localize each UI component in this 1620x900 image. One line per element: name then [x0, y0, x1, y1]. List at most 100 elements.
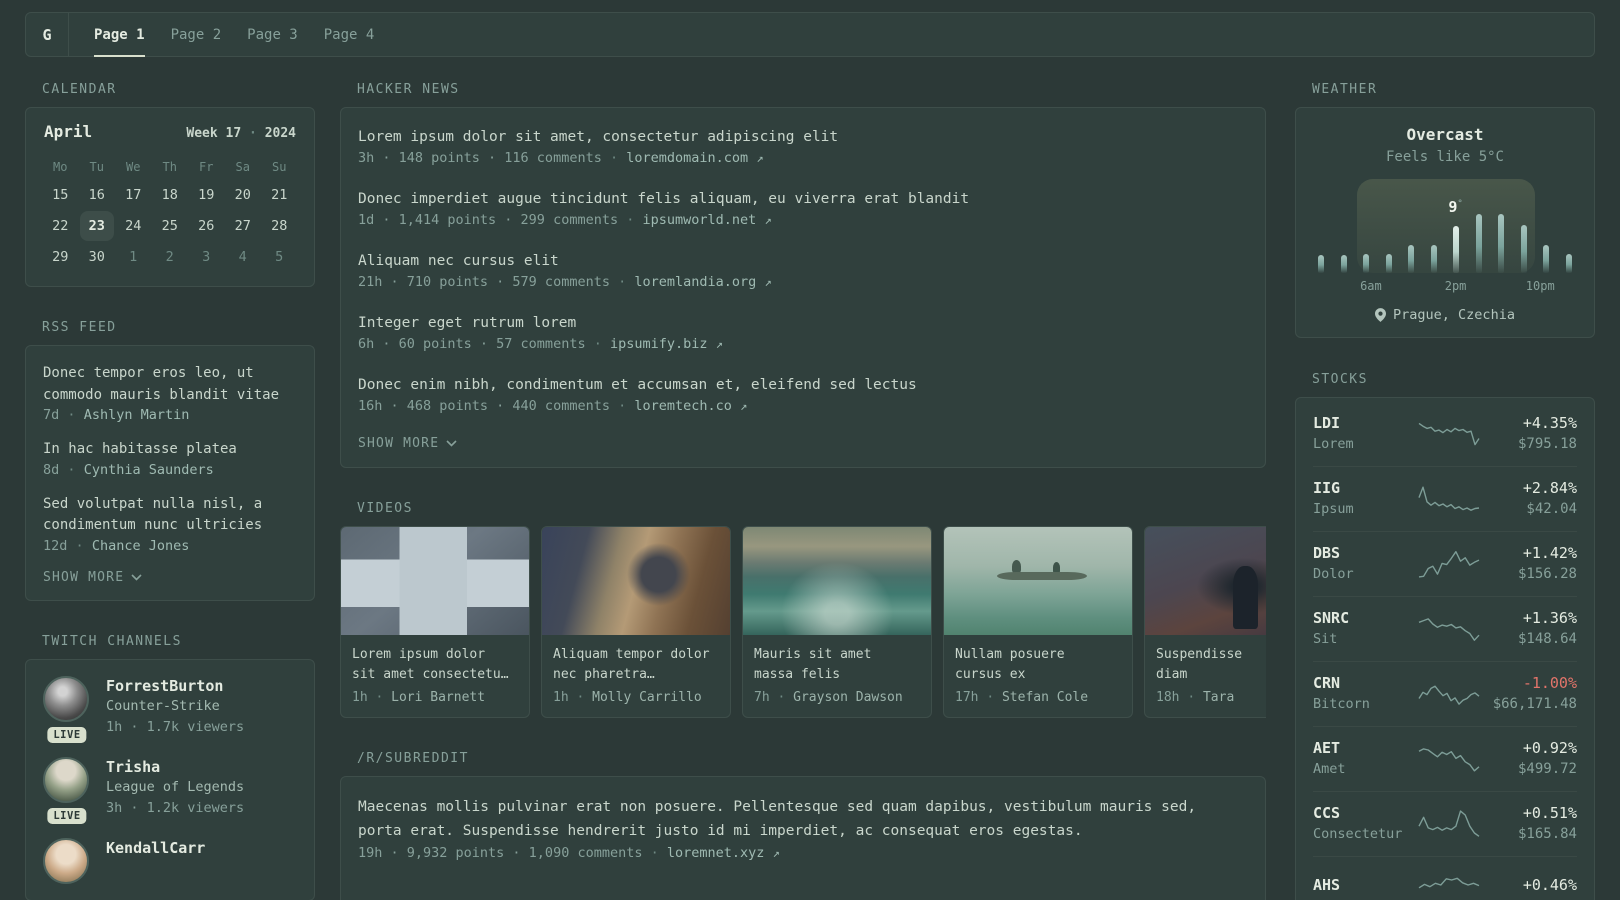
stock-name: Lorem — [1313, 436, 1354, 452]
tab-page-4[interactable]: Page 4 — [324, 13, 375, 56]
video-card[interactable]: Aliquam tempor dolor nec pharetra… 1h · … — [541, 526, 731, 718]
twitch-avatar-wrap — [43, 837, 91, 884]
hn-story-domain[interactable]: loremtech.co ↗ — [634, 398, 747, 414]
stock-row: AET Amet +0.92% $499.72 — [1313, 726, 1577, 791]
rss-item-title[interactable]: In hac habitasse platea — [43, 439, 297, 461]
rss-item-title[interactable]: Sed volutpat nulla nisl, a condimentum n… — [43, 494, 297, 537]
video-card[interactable]: Mauris sit amet massa felis 7h · Grayson… — [742, 526, 932, 718]
live-badge: LIVE — [47, 726, 87, 743]
video-thumbnail[interactable] — [743, 527, 931, 635]
dot-separator: · — [249, 126, 257, 141]
rss-show-more-button[interactable]: SHOW MORE — [43, 570, 142, 585]
subreddit-post-title[interactable]: Maecenas mollis pulvinar erat non posuer… — [358, 795, 1248, 843]
hn-story-domain[interactable]: loremlandia.org ↗ — [634, 274, 771, 290]
stock-name: Consectetur — [1313, 826, 1403, 842]
twitch-channel[interactable]: LIVE Trisha League of Legends 3h · 1.2k … — [43, 756, 297, 824]
calendar-weekday-row: Mo Tu We Th Fr Sa Su — [42, 155, 298, 179]
dot-separator: · — [67, 407, 76, 423]
hn-story-domain[interactable]: ipsumify.biz ↗ — [610, 336, 723, 352]
stock-ticker[interactable]: SNRC — [1313, 608, 1416, 629]
calendar-day: 18 — [161, 186, 178, 203]
hn-story-title[interactable]: Donec imperdiet augue tincidunt felis al… — [358, 188, 1248, 210]
hn-story-title[interactable]: Donec enim nibh, condimentum et accumsan… — [358, 374, 1248, 396]
twitch-widget: TWITCH CHANNELS LIVE ForrestBurton Count… — [25, 634, 315, 900]
stock-row: CCS Consectetur +0.51% $165.84 — [1313, 791, 1577, 856]
hn-story-domain[interactable]: ipsumworld.net ↗ — [643, 212, 772, 228]
hn-story: Lorem ipsum dolor sit amet, consectetur … — [358, 126, 1248, 169]
video-title[interactable]: Mauris sit amet massa felis — [754, 645, 920, 685]
rss-item: Sed volutpat nulla nisl, a condimentum n… — [43, 494, 297, 554]
subreddit-post-domain[interactable]: loremnet.xyz ↗ — [667, 845, 780, 861]
video-title[interactable]: Suspendisse diam — [1156, 645, 1266, 685]
video-meta: 18h · Tara — [1156, 690, 1235, 705]
video-card[interactable]: Suspendisse diam 18h · Tara — [1144, 526, 1266, 718]
video-author: Stefan Cole — [1001, 690, 1089, 705]
tab-page-3[interactable]: Page 3 — [247, 13, 298, 56]
stock-row: AHS +0.46% — [1313, 856, 1577, 900]
app-logo[interactable]: G — [26, 13, 69, 56]
dot-separator: · — [593, 336, 602, 352]
hn-story: Donec imperdiet augue tincidunt felis al… — [358, 188, 1248, 231]
weather-bar — [1565, 254, 1572, 273]
rss-item-title[interactable]: Donec tempor eros leo, ut commodo mauris… — [43, 363, 297, 406]
video-title[interactable]: Lorem ipsum dolor sit amet consectetu… — [352, 645, 518, 685]
video-thumbnail[interactable] — [542, 527, 730, 635]
twitch-channel-meta: 3h · 1.2k viewers — [106, 799, 245, 816]
stock-change: +4.35% — [1522, 414, 1577, 432]
weather-widget: WEATHER Overcast Feels like 5°C 9° 6am 2p… — [1295, 82, 1595, 338]
rss-card: Donec tempor eros leo, ut commodo mauris… — [25, 345, 315, 601]
hn-story-title[interactable]: Aliquam nec cursus elit — [358, 250, 1248, 272]
stock-sparkline — [1418, 550, 1480, 578]
weekday-label: Tu — [89, 160, 104, 174]
stock-ticker[interactable]: AHS — [1313, 875, 1416, 896]
video-title[interactable]: Aliquam tempor dolor nec pharetra… — [553, 645, 719, 685]
stock-ticker[interactable]: CRN — [1313, 673, 1416, 694]
right-column: WEATHER Overcast Feels like 5°C 9° 6am 2p… — [1295, 82, 1595, 900]
tab-page-2[interactable]: Page 2 — [171, 13, 222, 56]
tab-page-1[interactable]: Page 1 — [94, 13, 145, 57]
twitch-channel[interactable]: KendallCarr — [43, 837, 297, 884]
weather-card: Overcast Feels like 5°C 9° 6am 2pm 10pm Pr… — [1295, 107, 1595, 338]
stock-ticker[interactable]: LDI — [1313, 413, 1416, 434]
calendar-widget: CALENDAR April Week 17 · 2024 Mo Tu We T… — [25, 82, 315, 287]
rss-item: Donec tempor eros leo, ut commodo mauris… — [43, 363, 297, 423]
weekday-label: Th — [162, 160, 177, 174]
weekday-label: Mo — [53, 160, 68, 174]
hn-story-title[interactable]: Lorem ipsum dolor sit amet, consectetur … — [358, 126, 1248, 148]
rss-item-meta: 8d · Cynthia Saunders — [43, 461, 214, 478]
stock-name: Dolor — [1313, 566, 1354, 582]
calendar-day-selected: 23 — [79, 210, 116, 241]
stock-ticker[interactable]: IIG — [1313, 478, 1416, 499]
video-thumbnail[interactable] — [341, 527, 529, 635]
stock-sparkline — [1418, 422, 1480, 445]
hn-story-title[interactable]: Integer eget rutrum lorem — [358, 312, 1248, 334]
hackernews-heading: HACKER NEWS — [357, 82, 460, 97]
hn-story-domain[interactable]: loremdomain.com ↗ — [626, 150, 763, 166]
stock-ticker[interactable]: DBS — [1313, 543, 1416, 564]
weather-time-label: 2pm — [1444, 279, 1467, 293]
hackernews-widget: HACKER NEWS Lorem ipsum dolor sit amet, … — [340, 82, 1266, 468]
middle-column: HACKER NEWS Lorem ipsum dolor sit amet, … — [340, 82, 1266, 900]
hn-show-more-button[interactable]: SHOW MORE — [358, 436, 457, 451]
video-thumbnail[interactable] — [944, 527, 1132, 635]
stock-sparkline — [1418, 485, 1480, 511]
video-title[interactable]: Nullam posuere cursus ex — [955, 645, 1121, 685]
stock-ticker[interactable]: AET — [1313, 738, 1416, 759]
stock-change: -1.00% — [1522, 674, 1577, 692]
video-card[interactable]: Nullam posuere cursus ex 17h · Stefan Co… — [943, 526, 1133, 718]
twitch-channel-name[interactable]: Trisha — [106, 757, 244, 777]
video-card[interactable]: Lorem ipsum dolor sit amet consectetu… 1… — [340, 526, 530, 718]
hn-story-meta: 6h · 60 points · 57 comments · ipsumify.… — [358, 336, 723, 352]
calendar-header: April Week 17 · 2024 — [42, 122, 298, 141]
twitch-channel-name[interactable]: KendallCarr — [106, 838, 205, 858]
calendar-day-next-month: 1 — [129, 248, 138, 265]
twitch-channel-name[interactable]: ForrestBurton — [106, 676, 244, 696]
twitch-channel[interactable]: LIVE ForrestBurton Counter-Strike 1h · 1… — [43, 675, 297, 743]
avatar — [43, 675, 89, 722]
dot-separator: · — [777, 690, 786, 705]
video-thumbnail[interactable] — [1145, 527, 1266, 635]
calendar-day: 24 — [125, 217, 142, 234]
calendar-day: 16 — [88, 186, 105, 203]
dot-separator: · — [375, 690, 384, 705]
stock-ticker[interactable]: CCS — [1313, 803, 1416, 824]
